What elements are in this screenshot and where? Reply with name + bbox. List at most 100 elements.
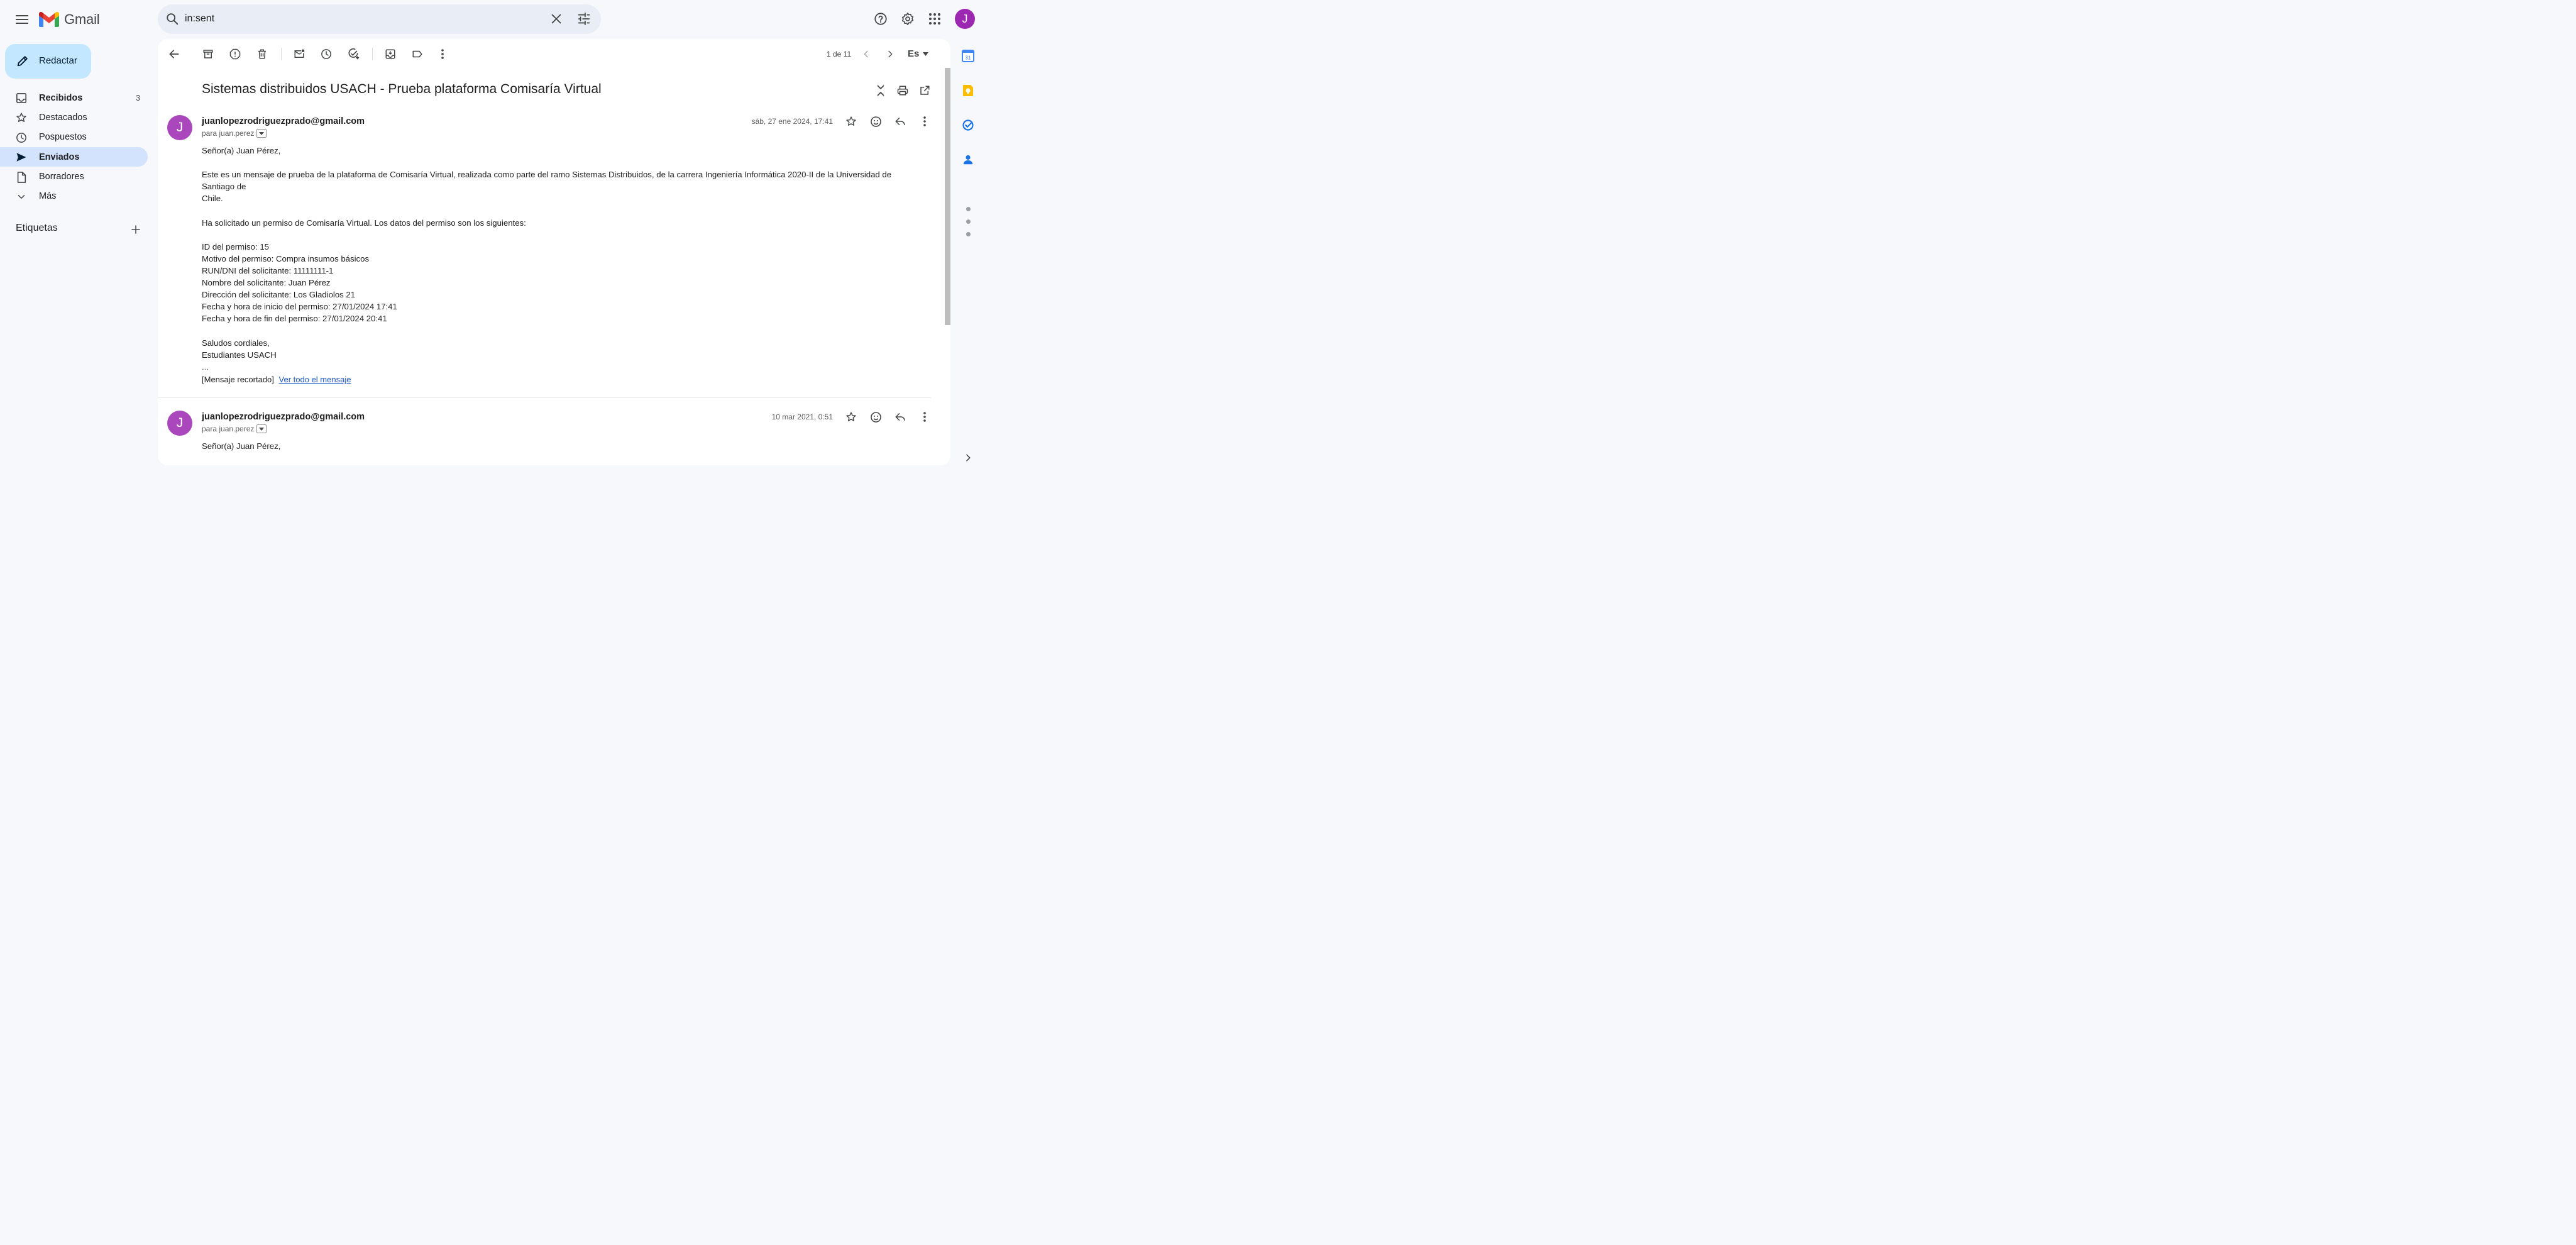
compose-button[interactable]: Redactar (5, 44, 91, 79)
reply-icon (895, 413, 905, 421)
detail-line: Fecha y hora de fin del permiso: 27/01/2… (202, 314, 387, 324)
account-avatar[interactable]: J (955, 9, 975, 29)
sidebar-item-sent[interactable]: Enviados (0, 147, 148, 167)
trimmed-label: [Mensaje recortado] (202, 375, 274, 384)
archive-button[interactable] (201, 47, 216, 62)
delete-button[interactable] (255, 47, 270, 62)
labels-button[interactable] (410, 47, 425, 62)
svg-text:31: 31 (966, 55, 971, 61)
support-button[interactable] (869, 8, 892, 30)
open-in-new-window-button[interactable] (917, 83, 932, 98)
back-button[interactable] (167, 47, 182, 62)
draft-icon (17, 171, 26, 183)
conversation-scrollbar[interactable] (945, 68, 950, 325)
unread-count: 3 (136, 93, 140, 102)
view-entire-message-link[interactable]: Ver todo el mensaje (279, 375, 351, 384)
sender-address[interactable]: juanlopezrodriguezprado@gmail.com (202, 116, 365, 126)
add-reaction-button[interactable] (868, 114, 883, 129)
sidebar-item-inbox[interactable]: Recibidos 3 (0, 88, 148, 108)
reply-button[interactable] (893, 409, 908, 424)
show-side-panel-button[interactable] (963, 453, 973, 463)
gmail-logo[interactable]: Gmail (39, 9, 100, 30)
sidebar-item-label: Recibidos (39, 92, 83, 103)
caret-down-icon (259, 427, 265, 431)
sidebar-item-drafts[interactable]: Borradores (0, 167, 148, 187)
detail-line: Fecha y hora de inicio del permiso: 27/0… (202, 302, 397, 312)
sidebar-item-more[interactable]: Más (0, 187, 148, 206)
move-to-button[interactable] (383, 47, 398, 62)
message-divider (158, 397, 931, 398)
quoted-text-toggle[interactable]: ... (202, 361, 925, 373)
send-icon (16, 153, 26, 162)
closing-line: Saludos cordiales, (202, 338, 270, 348)
sender-avatar[interactable]: J (167, 115, 192, 140)
trash-icon (258, 49, 266, 59)
reply-button[interactable] (893, 114, 908, 129)
star-button[interactable] (844, 114, 859, 129)
clear-search-button[interactable] (549, 12, 563, 26)
message-date[interactable]: 10 mar 2021, 0:51 (772, 412, 833, 421)
side-panel-dot (966, 232, 971, 236)
message-more-button[interactable] (917, 409, 932, 424)
snooze-button[interactable] (319, 47, 334, 62)
keep-app-button[interactable] (960, 83, 976, 98)
toolbar-divider (372, 48, 373, 60)
apps-button[interactable] (923, 8, 946, 30)
more-vert-icon (923, 412, 926, 422)
star-button[interactable] (844, 409, 859, 424)
compose-label: Redactar (39, 55, 77, 66)
more-vert-icon (923, 116, 926, 126)
tasks-icon (962, 119, 974, 131)
pencil-icon (17, 56, 28, 67)
search-button[interactable] (165, 12, 179, 26)
report-spam-button[interactable] (228, 47, 243, 62)
recipient-text: para juan.perez (202, 129, 255, 138)
calendar-app-button[interactable]: 31 (960, 48, 976, 64)
add-to-tasks-button[interactable] (346, 47, 361, 62)
labels-section-header: Etiquetas (16, 223, 148, 238)
request-line: Ha solicitado un permiso de Comisaría Vi… (202, 218, 526, 228)
intro-line: Este es un mensaje de prueba de la plata… (202, 170, 892, 192)
add-reaction-button[interactable] (868, 409, 883, 424)
settings-button[interactable] (896, 8, 919, 30)
move-to-inbox-icon (385, 49, 395, 59)
show-details-button[interactable] (256, 129, 267, 138)
sidebar-item-label: Destacados (39, 112, 87, 123)
message-date[interactable]: sáb, 27 ene 2024, 17:41 (752, 117, 833, 126)
clock-icon (321, 49, 331, 59)
input-tools-button[interactable]: Es (908, 48, 929, 59)
chevron-left-icon (864, 50, 868, 58)
newer-button[interactable] (859, 47, 874, 62)
caret-down-icon (923, 52, 929, 56)
sidebar-item-label: Pospuestos (39, 132, 87, 143)
print-icon (897, 86, 908, 96)
print-all-button[interactable] (895, 83, 910, 98)
collapse-all-button[interactable] (873, 83, 888, 98)
contacts-app-button[interactable] (960, 152, 976, 167)
search-options-button[interactable] (577, 12, 591, 26)
detail-line: Dirección del solicitante: Los Gladiolos… (202, 290, 356, 300)
mark-unread-button[interactable] (292, 47, 307, 62)
search-input[interactable] (185, 11, 537, 27)
tasks-app-button[interactable] (960, 118, 976, 133)
more-actions-button[interactable] (435, 47, 450, 62)
star-icon (846, 412, 856, 422)
show-details-button[interactable] (256, 424, 267, 433)
main-menu-button[interactable] (11, 9, 33, 30)
sender-address[interactable]: juanlopezrodriguezprado@gmail.com (202, 412, 365, 422)
star-icon (16, 113, 26, 123)
conversation-panel: 1 de 11 Es Sistemas distribuidos USACH -… (158, 39, 950, 465)
sidebar-item-snoozed[interactable]: Pospuestos (0, 128, 148, 147)
clock-icon (16, 132, 26, 143)
emoji-icon (870, 116, 881, 127)
recipient-text: para juan.perez (202, 424, 255, 433)
sender-avatar[interactable]: J (167, 411, 192, 436)
search-bar (158, 4, 601, 34)
labels-heading: Etiquetas (16, 223, 58, 233)
message-more-button[interactable] (917, 114, 932, 129)
chevron-right-icon (888, 50, 893, 58)
older-button[interactable] (883, 47, 898, 62)
create-label-button[interactable] (130, 224, 141, 235)
sidebar-item-starred[interactable]: Destacados (0, 108, 148, 127)
sidebar-item-label: Más (39, 191, 57, 202)
